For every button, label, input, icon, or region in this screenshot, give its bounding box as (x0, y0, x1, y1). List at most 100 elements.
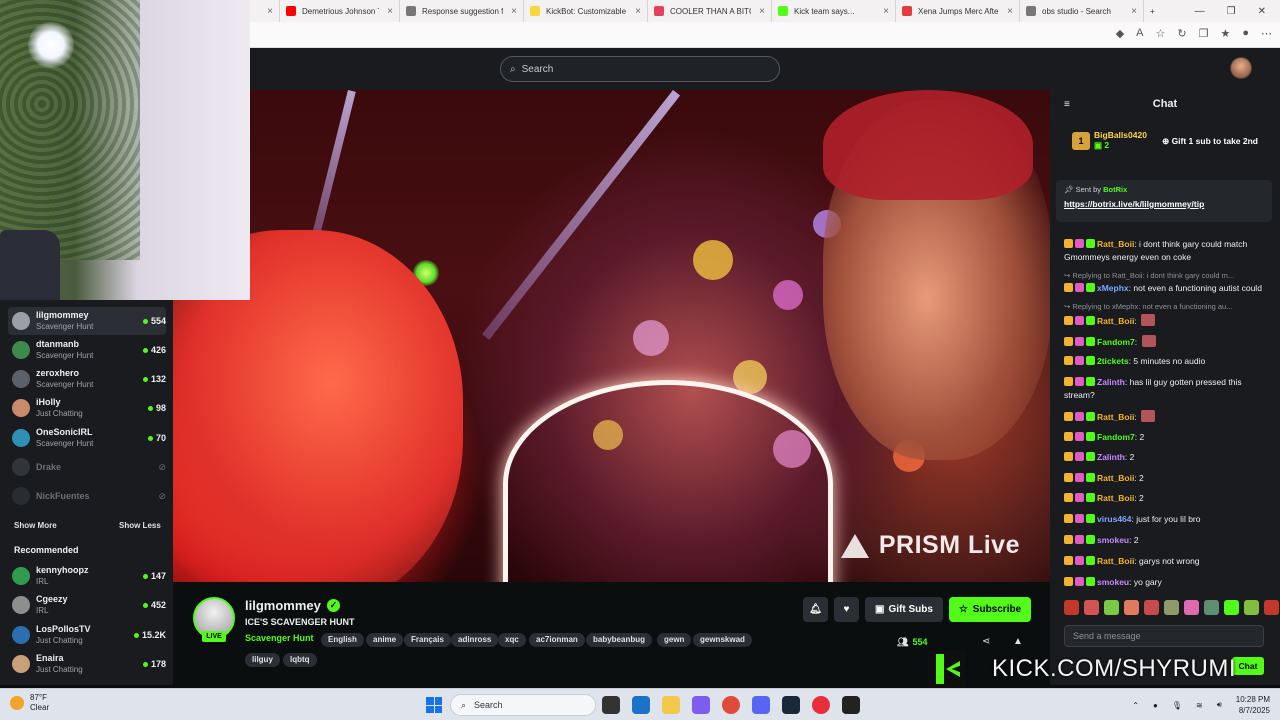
stream-tag[interactable]: gewn (657, 633, 692, 647)
chat-message[interactable]: Ratt_Boii: 2 (1064, 492, 1269, 505)
pinned-message[interactable]: 📌︎ Sent by BotRix https://botrix.live/k/… (1056, 180, 1272, 222)
tray-app-icon[interactable]: ● (1153, 701, 1158, 710)
refresh-icon[interactable]: ↻ (1177, 27, 1186, 40)
chat-username[interactable]: Ratt_Boii (1097, 493, 1134, 503)
collections-icon[interactable]: ❐ (1199, 27, 1209, 40)
obs-icon[interactable] (842, 696, 860, 714)
chat-username[interactable]: Fandom7 (1097, 432, 1135, 442)
steam-icon[interactable] (782, 696, 800, 714)
minimize-icon[interactable]: — (1195, 6, 1205, 17)
browser-tab[interactable]: × (250, 0, 280, 22)
browser-tab[interactable]: Xena Jumps Merc After × (896, 0, 1020, 22)
favorite-star-icon[interactable]: ☆ (1156, 27, 1166, 40)
discord-icon[interactable] (752, 696, 770, 714)
tray-chevron-icon[interactable]: ⌃ (1132, 701, 1139, 710)
chat-username[interactable]: Ratt_Boii (1097, 239, 1134, 249)
sidebar-channel-cgeezy[interactable]: Cgeezy IRL 452 (8, 591, 166, 619)
chat-send-button[interactable]: Chat (1232, 657, 1264, 675)
emote-icon[interactable] (1204, 600, 1219, 615)
subscribe-button[interactable]: ☆ Subscribe (949, 597, 1031, 622)
emote-icon[interactable] (1244, 600, 1259, 615)
chat-input[interactable]: Send a message (1064, 625, 1264, 647)
chat-username[interactable]: Fandom7 (1097, 337, 1135, 347)
file-explorer-icon[interactable] (662, 696, 680, 714)
emote-icon[interactable] (1124, 600, 1139, 615)
tab-close-icon[interactable]: × (267, 6, 273, 17)
more-icon[interactable]: ⋯ (1261, 27, 1272, 40)
tab-close-icon[interactable]: × (387, 6, 393, 17)
browser-tab[interactable]: obs studio - Search × (1020, 0, 1144, 22)
share-icon[interactable]: ⋖ (982, 636, 990, 647)
streamer-name-text[interactable]: lilgmommey (245, 598, 321, 613)
tab-close-icon[interactable]: × (883, 6, 889, 17)
browser-tab[interactable]: Kick team says... × (772, 0, 896, 22)
clock[interactable]: 10:28 PM 8/7/2025 (1236, 694, 1270, 716)
stream-tag[interactable]: Français (404, 633, 451, 647)
show-more-button[interactable]: Show More (14, 521, 57, 530)
close-window-icon[interactable]: ✕ (1258, 6, 1266, 17)
chat-message[interactable]: virus464: just for you lil bro (1064, 513, 1269, 526)
stream-tag[interactable]: ac7ionman (529, 633, 585, 647)
emote-icon[interactable] (1164, 600, 1179, 615)
maximize-icon[interactable]: ❐ (1227, 6, 1236, 17)
notification-bell-button[interactable]: 🔔︎ (803, 597, 828, 622)
emote-icon[interactable] (1264, 600, 1279, 615)
chat-username[interactable]: Zalinth (1097, 452, 1125, 462)
new-tab-button[interactable]: + (1144, 0, 1161, 22)
chrome-icon[interactable] (722, 696, 740, 714)
top-gifter[interactable]: BigBalls0420 ▣ 2 (1094, 130, 1147, 151)
sidebar-channel-zeroxhero[interactable]: zeroxhero Scavenger Hunt 132 (8, 365, 166, 393)
search-input[interactable]: ⌕ Search (500, 56, 780, 82)
stream-tag[interactable]: anime (366, 633, 404, 647)
emote-icon[interactable] (1064, 600, 1079, 615)
tab-close-icon[interactable]: × (759, 6, 765, 17)
chat-message[interactable]: Fandom7: 2 (1064, 431, 1269, 444)
report-icon[interactable]: ▲ (1013, 636, 1023, 647)
stream-tag[interactable]: English (321, 633, 364, 647)
chat-username[interactable]: Ratt_Boii (1097, 316, 1134, 326)
browser-tab[interactable]: COOLER THAN A BITCH × (648, 0, 772, 22)
stream-tag[interactable]: xqc (498, 633, 526, 647)
sidebar-channel-kennyhoopz[interactable]: kennyhoopz IRL 147 (8, 562, 166, 590)
taskbar-search[interactable]: ⌕ Search (450, 694, 596, 716)
chat-message[interactable]: Ratt_Boii: (1064, 410, 1269, 424)
copilot-icon[interactable] (692, 696, 710, 714)
chat-message[interactable]: Ratt_Boii: i dont think gary could match… (1064, 238, 1269, 264)
stream-tag[interactable]: adinross (451, 633, 499, 647)
browser-tab[interactable]: KickBot: Customizable × (524, 0, 648, 22)
collapse-chat-icon[interactable]: ≡ (1064, 99, 1070, 110)
microphone-icon[interactable]: 🎙︎ (1172, 701, 1182, 710)
sidebar-channel-lospollostv[interactable]: LosPollosTV Just Chatting 15.2K (8, 621, 166, 649)
chat-message[interactable]: smokeu: yo gary (1064, 576, 1269, 589)
sidebar-channel-iholly[interactable]: iHolly Just Chatting 98 (8, 394, 166, 422)
sidebar-channel-nickfuentes[interactable]: NickFuentes ⊘ (8, 482, 166, 510)
sidebar-channel-lilgmommey[interactable]: lilgmommey Scavenger Hunt 554 (8, 307, 166, 335)
tab-close-icon[interactable]: × (1007, 6, 1013, 17)
chat-username[interactable]: 2tickets (1097, 356, 1129, 366)
chat-message[interactable]: Ratt_Boii: garys not wrong (1064, 555, 1269, 568)
stream-tag[interactable]: lilguy (245, 653, 280, 667)
follow-heart-button[interactable]: ♥ (834, 597, 859, 622)
chat-username[interactable]: Ratt_Boii (1097, 412, 1134, 422)
wifi-icon[interactable]: ≋ (1196, 701, 1203, 710)
chat-message[interactable]: Ratt_Boii: (1064, 314, 1269, 328)
weather-widget[interactable]: 87°F Clear (10, 693, 49, 713)
chat-message[interactable]: xMephx: not even a functioning autist co… (1064, 282, 1269, 295)
browser-tab[interactable]: Response suggestion fr × (400, 0, 524, 22)
volume-icon[interactable]: 🔊︎ (1217, 700, 1222, 710)
read-aloud-icon[interactable]: A (1136, 27, 1143, 40)
chat-message[interactable]: Fandom7: (1064, 335, 1269, 349)
chat-username[interactable]: smokeu (1097, 577, 1129, 587)
sidebar-channel-enaira[interactable]: Enaira Just Chatting 178 (8, 650, 166, 678)
chat-username[interactable]: virus464 (1097, 514, 1132, 524)
extension-icon[interactable]: ◆ (1116, 27, 1124, 40)
profile-icon[interactable]: ● (1242, 27, 1249, 40)
chat-username[interactable]: Ratt_Boii (1097, 473, 1134, 483)
chat-message[interactable]: Zalinth: has lil guy gotten pressed this… (1064, 376, 1269, 402)
chat-username[interactable]: smokeu (1097, 535, 1129, 545)
chat-username[interactable]: Zalinth (1097, 377, 1125, 387)
chat-username[interactable]: xMephx (1097, 283, 1129, 293)
chat-message[interactable]: smokeu: 2 (1064, 534, 1269, 547)
emote-icon[interactable] (1144, 600, 1159, 615)
stream-tag[interactable]: babybeanbug (586, 633, 653, 647)
